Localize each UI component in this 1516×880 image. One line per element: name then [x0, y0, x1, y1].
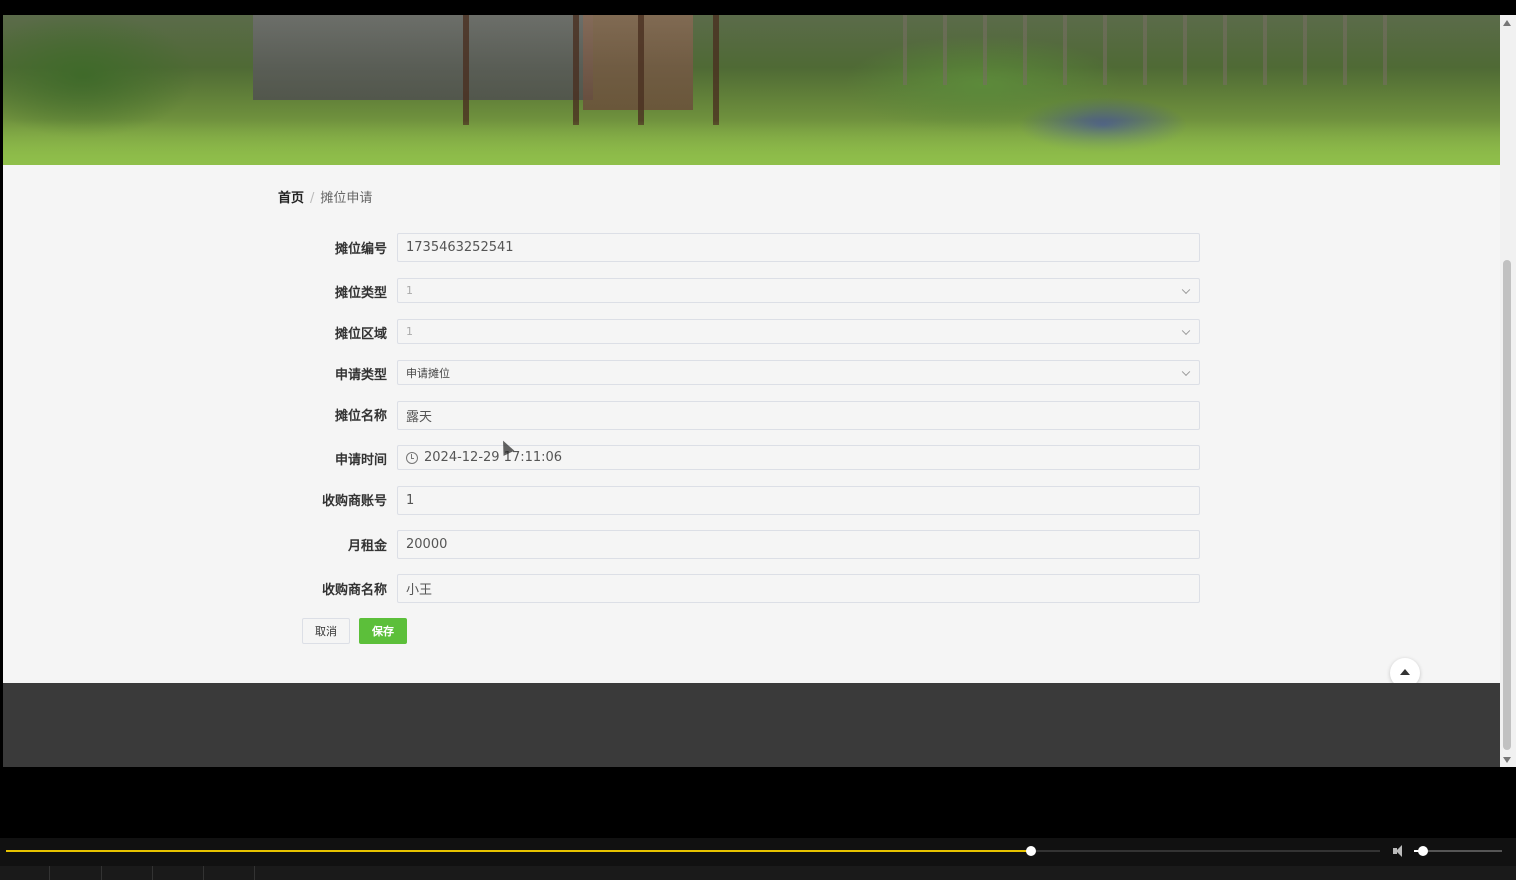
buyer-name-label: 收购商名称: [321, 583, 387, 598]
browser-viewport: 首页 / 摊位申请 摊位编号 1735463252541 摊位类型 1 摊位区域 1…: [3, 15, 1500, 767]
banner-post: [713, 15, 719, 125]
taskbar-item[interactable]: [153, 866, 204, 880]
apply-time-picker[interactable]: 2024-12-29 17:11:06: [397, 445, 1200, 470]
banner-post: [463, 15, 469, 125]
scroll-down-arrow-icon[interactable]: [1503, 757, 1511, 763]
scroll-up-arrow-icon[interactable]: [1503, 20, 1511, 26]
volume-track[interactable]: [1414, 846, 1502, 856]
stall-name-value: 露天: [406, 410, 433, 425]
stall-number-value: 1735463252541: [406, 240, 514, 255]
page-footer: [3, 683, 1500, 767]
buyer-name-input[interactable]: 小王: [397, 574, 1200, 603]
progress-knob[interactable]: [1026, 846, 1036, 856]
chevron-down-icon: [1181, 326, 1191, 335]
breadcrumb-current: 摊位申请: [320, 191, 373, 206]
stall-type-label: 摊位类型: [334, 286, 387, 301]
speaker-cone: [1396, 845, 1402, 857]
breadcrumb-home[interactable]: 首页: [278, 191, 304, 206]
taskbar: [0, 866, 1516, 880]
stall-number-label: 摊位编号: [334, 242, 387, 257]
stall-area-value: 1: [406, 325, 413, 338]
vertical-scrollbar[interactable]: [1500, 15, 1516, 767]
cancel-button[interactable]: 取消: [302, 618, 350, 644]
apply-type-select[interactable]: 申请摊位: [397, 360, 1200, 385]
stall-number-input[interactable]: 1735463252541: [397, 233, 1200, 262]
banner-grass: [3, 120, 1500, 165]
banner-post: [638, 15, 644, 125]
banner-image: [3, 15, 1500, 165]
progress-track[interactable]: [6, 846, 1380, 856]
buyer-name-value: 小王: [406, 583, 433, 598]
stall-area-select[interactable]: 1: [397, 319, 1200, 344]
scrollbar-thumb[interactable]: [1503, 260, 1511, 750]
clock-icon: [406, 451, 418, 464]
apply-time-value: 2024-12-29 17:11:06: [424, 450, 563, 465]
monthly-rent-label: 月租金: [347, 539, 387, 554]
apply-type-label: 申请类型: [334, 368, 387, 383]
stall-name-label: 摊位名称: [334, 409, 387, 424]
buyer-account-label: 收购商账号: [321, 494, 387, 509]
chevron-down-icon: [1181, 367, 1191, 376]
save-button[interactable]: 保存: [359, 618, 407, 644]
stall-name-input[interactable]: 露天: [397, 401, 1200, 430]
breadcrumb: 首页 / 摊位申请: [278, 187, 372, 206]
volume-knob[interactable]: [1417, 846, 1428, 856]
buyer-account-input[interactable]: 1: [397, 486, 1200, 515]
banner-post: [573, 15, 579, 125]
taskbar-item[interactable]: [102, 866, 153, 880]
stall-type-select[interactable]: 1: [397, 278, 1200, 303]
monthly-rent-input[interactable]: 20000: [397, 530, 1200, 559]
progress-fill: [6, 850, 1031, 852]
monthly-rent-value: 20000: [406, 537, 448, 552]
speaker-icon[interactable]: [1393, 845, 1407, 857]
buyer-account-value: 1: [406, 493, 415, 508]
banner-fence: [903, 15, 1423, 85]
taskbar-item[interactable]: [0, 866, 50, 880]
chevron-down-icon: [1181, 285, 1191, 294]
media-player-bar: [0, 838, 1516, 880]
breadcrumb-separator: /: [310, 191, 315, 206]
stall-type-value: 1: [406, 284, 413, 297]
apply-type-value: 申请摊位: [406, 366, 450, 380]
banner-building: [253, 15, 593, 100]
taskbar-item[interactable]: [50, 866, 102, 880]
taskbar-item[interactable]: [204, 866, 255, 880]
apply-time-label: 申请时间: [334, 453, 387, 468]
stall-area-label: 摊位区域: [334, 327, 387, 342]
